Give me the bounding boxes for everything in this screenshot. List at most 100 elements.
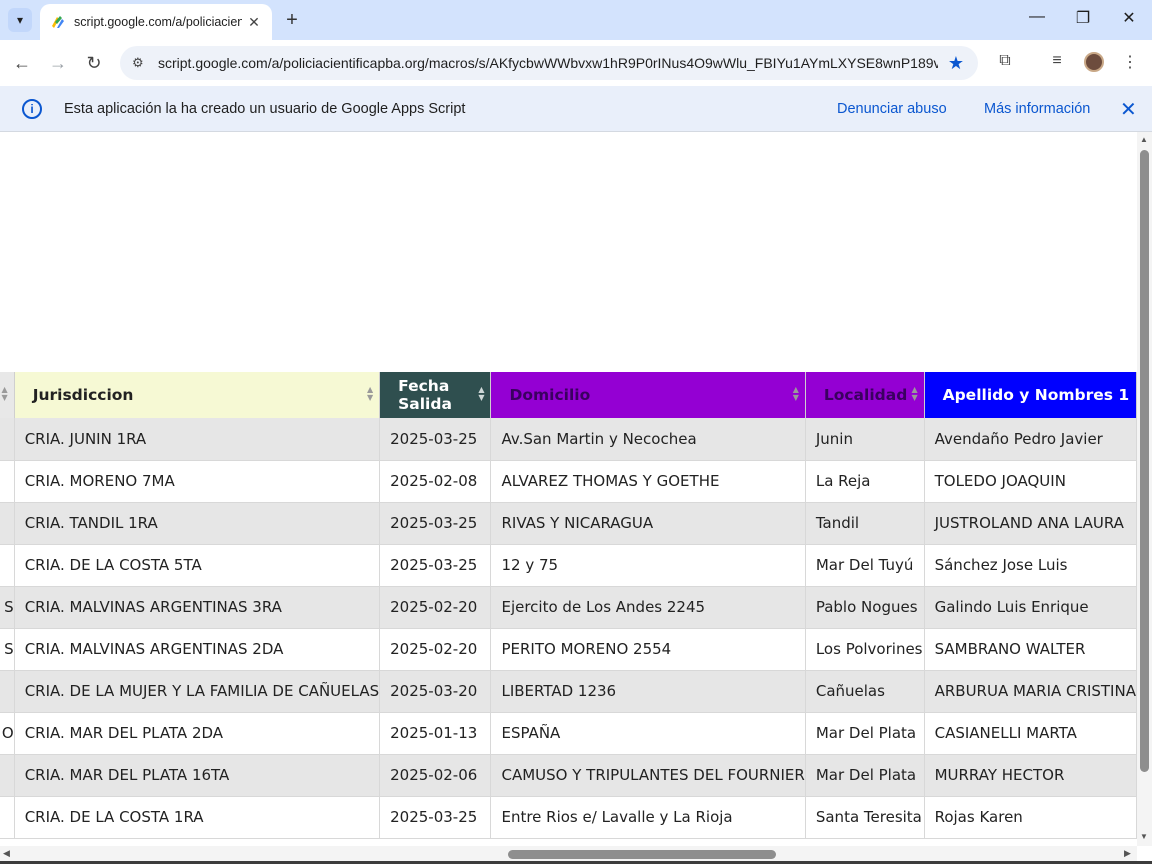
table-cell: CAMUSO Y TRIPULANTES DEL FOURNIER bbox=[490, 754, 806, 797]
column-header-5[interactable]: Apellido y Nombres 1 bbox=[924, 372, 1137, 418]
table-cell: 2025-01-13 bbox=[379, 712, 492, 755]
table-row: CRIA. TANDIL 1RA 2025-03-25 RIVAS Y NICARA… bbox=[0, 502, 1137, 545]
table-cell: CRIA. MALVINAS ARGENTINAS 3RA bbox=[14, 586, 381, 629]
table-row: O CRIA. MAR DEL PLATA 2DA 2025-01-13 ESPAÑA… bbox=[0, 712, 1137, 755]
data-table: ▲ ▼ Jurisdiccion ▲ ▼ Fecha Salida ▲ ▼ Domicilio ▲… bbox=[0, 372, 1137, 839]
table-row: CRIA. MORENO 7MA 2025-02-08 ALVAREZ THOMAS… bbox=[0, 460, 1137, 503]
table-cell: Los Polvorines bbox=[805, 628, 925, 671]
scroll-up-icon[interactable]: ▲ bbox=[1140, 135, 1148, 144]
scroll-down-icon[interactable]: ▼ bbox=[1140, 832, 1148, 841]
back-icon[interactable]: ← bbox=[9, 50, 35, 76]
column-header-label: Domicilio bbox=[509, 386, 591, 404]
extensions-icon[interactable]: ⧉ bbox=[994, 52, 1016, 70]
table-row: CRIA. DE LA COSTA 1RA 2025-03-25 Entre Rio… bbox=[0, 796, 1137, 839]
table-cell: S bbox=[0, 586, 15, 629]
table-cell: CASIANELLI MARTA bbox=[924, 712, 1137, 755]
table-cell: CRIA. DE LA MUJER Y LA FAMILIA DE CAÑUEL… bbox=[14, 670, 381, 713]
sort-icon[interactable]: ▲ ▼ bbox=[478, 386, 484, 402]
tab-strip: ▾ script.google.com/a/policiacien ✕ + — … bbox=[0, 0, 1152, 40]
scroll-right-icon[interactable]: ▶ bbox=[1124, 848, 1131, 859]
forward-icon[interactable]: → bbox=[45, 50, 71, 76]
horizontal-scroll-thumb[interactable] bbox=[508, 850, 776, 859]
vertical-scroll-thumb[interactable] bbox=[1140, 150, 1149, 772]
table-cell: CRIA. MALVINAS ARGENTINAS 2DA bbox=[14, 628, 381, 671]
table-cell: Galindo Luis Enrique bbox=[924, 586, 1137, 629]
table-cell: Entre Rios e/ Lavalle y La Rioja bbox=[490, 796, 806, 839]
vertical-scrollbar[interactable]: ▲ ▼ bbox=[1137, 132, 1152, 846]
window-close-icon[interactable]: ✕ bbox=[1114, 8, 1144, 28]
table-cell bbox=[0, 418, 15, 461]
table-cell: 2025-03-25 bbox=[379, 544, 492, 587]
table-cell bbox=[0, 544, 15, 587]
table-cell: CRIA. MAR DEL PLATA 2DA bbox=[14, 712, 381, 755]
tab-search-chevron-icon[interactable]: ▾ bbox=[8, 8, 32, 32]
column-header-4[interactable]: Localidad ▲ ▼ bbox=[805, 372, 925, 418]
table-cell: Avendaño Pedro Javier bbox=[924, 418, 1137, 461]
table-row: S CRIA. MALVINAS ARGENTINAS 2DA 2025-02-20… bbox=[0, 628, 1137, 671]
table-cell: Pablo Nogues bbox=[805, 586, 925, 629]
table-cell: CRIA. MORENO 7MA bbox=[14, 460, 381, 503]
scroll-left-icon[interactable]: ◀ bbox=[3, 848, 10, 859]
infobar-message: Esta aplicación la ha creado un usuario … bbox=[64, 101, 466, 117]
column-header-3[interactable]: Domicilio ▲ ▼ bbox=[490, 372, 806, 418]
media-controls-icon[interactable]: ≡ bbox=[1046, 52, 1068, 70]
reload-icon[interactable]: ↻ bbox=[81, 50, 107, 76]
table-cell: ARBURUA MARIA CRISTINA bbox=[924, 670, 1137, 713]
table-cell bbox=[0, 502, 15, 545]
profile-avatar[interactable] bbox=[1084, 52, 1104, 72]
column-header-2[interactable]: Fecha Salida ▲ ▼ bbox=[379, 372, 492, 418]
minimize-icon[interactable]: — bbox=[1022, 8, 1052, 26]
url-text[interactable]: script.google.com/a/policiacientificapba… bbox=[158, 55, 938, 71]
info-icon: i bbox=[22, 99, 42, 119]
column-header-0[interactable]: ▲ ▼ bbox=[0, 372, 15, 418]
sort-icon[interactable]: ▲ ▼ bbox=[793, 386, 799, 402]
table-cell: JUSTROLAND ANA LAURA bbox=[924, 502, 1137, 545]
table-cell: CRIA. DE LA COSTA 5TA bbox=[14, 544, 381, 587]
table-cell: ESPAÑA bbox=[490, 712, 806, 755]
infobar-close-icon[interactable]: ✕ bbox=[1120, 97, 1137, 122]
table-cell: MURRAY HECTOR bbox=[924, 754, 1137, 797]
menu-icon[interactable]: ⋮ bbox=[1119, 52, 1141, 72]
column-header-1[interactable]: Jurisdiccion ▲ ▼ bbox=[14, 372, 381, 418]
table-cell: SAMBRANO WALTER bbox=[924, 628, 1137, 671]
table-cell: 2025-03-20 bbox=[379, 670, 492, 713]
tab-close-icon[interactable]: ✕ bbox=[246, 14, 262, 31]
table-cell: Santa Teresita bbox=[805, 796, 925, 839]
table-cell: 2025-02-20 bbox=[379, 628, 492, 671]
address-bar[interactable]: ⚙ script.google.com/a/policiacientificap… bbox=[120, 46, 978, 80]
table-row: CRIA. MAR DEL PLATA 16TA 2025-02-06 CAMUSO… bbox=[0, 754, 1137, 797]
column-header-label: Fecha Salida bbox=[398, 377, 452, 413]
bookmark-star-icon[interactable]: ★ bbox=[948, 53, 964, 74]
table-row: CRIA. DE LA COSTA 5TA 2025-03-25 12 y 75 Ma… bbox=[0, 544, 1137, 587]
table-cell: Junin bbox=[805, 418, 925, 461]
table-cell: Cañuelas bbox=[805, 670, 925, 713]
new-tab-icon[interactable]: + bbox=[282, 9, 302, 31]
more-info-link[interactable]: Más información bbox=[984, 101, 1090, 117]
table-cell: Rojas Karen bbox=[924, 796, 1137, 839]
site-info-icon[interactable]: ⚙ bbox=[120, 55, 150, 71]
tab-title: script.google.com/a/policiacien bbox=[74, 15, 242, 29]
horizontal-scrollbar[interactable]: ◀ ▶ bbox=[0, 846, 1137, 861]
table-cell bbox=[0, 754, 15, 797]
table-cell: CRIA. MAR DEL PLATA 16TA bbox=[14, 754, 381, 797]
table-cell: Sánchez Jose Luis bbox=[924, 544, 1137, 587]
table-cell: Mar Del Plata bbox=[805, 712, 925, 755]
table-cell: O bbox=[0, 712, 15, 755]
table-cell: Ejercito de Los Andes 2245 bbox=[490, 586, 806, 629]
tab-active[interactable]: script.google.com/a/policiacien ✕ bbox=[40, 4, 272, 40]
table-row: S CRIA. MALVINAS ARGENTINAS 3RA 2025-02-20… bbox=[0, 586, 1137, 629]
table-cell: 2025-02-20 bbox=[379, 586, 492, 629]
sort-icon[interactable]: ▲ ▼ bbox=[911, 386, 917, 402]
sort-icon[interactable]: ▲ ▼ bbox=[2, 386, 8, 402]
apps-script-infobar: i Esta aplicación la ha creado un usuari… bbox=[0, 86, 1152, 132]
table-cell: 2025-03-25 bbox=[379, 796, 492, 839]
apps-script-favicon-icon bbox=[50, 14, 66, 30]
table-cell: 2025-02-08 bbox=[379, 460, 492, 503]
report-abuse-link[interactable]: Denunciar abuso bbox=[837, 101, 947, 117]
maximize-icon[interactable]: ❐ bbox=[1068, 8, 1098, 28]
table-cell: Mar Del Tuyú bbox=[805, 544, 925, 587]
table-cell: 2025-03-25 bbox=[379, 418, 492, 461]
sort-icon[interactable]: ▲ ▼ bbox=[367, 386, 373, 402]
table-cell: CRIA. JUNIN 1RA bbox=[14, 418, 381, 461]
table-cell: 2025-02-06 bbox=[379, 754, 492, 797]
